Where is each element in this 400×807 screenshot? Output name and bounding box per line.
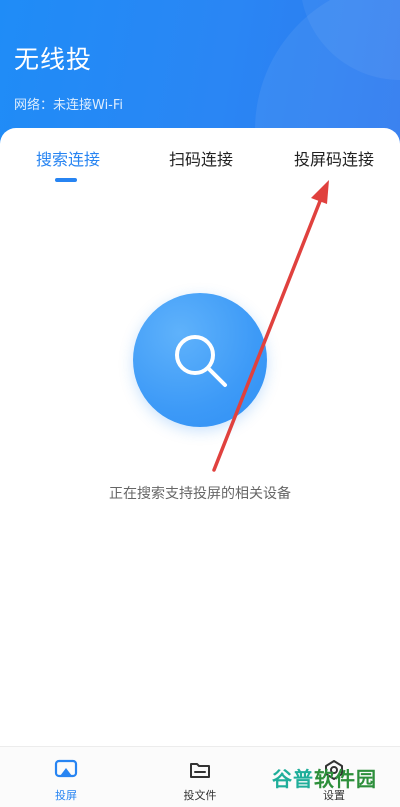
watermark-part2: 软件园 (314, 767, 377, 791)
nav-label-cast-file: 投文件 (183, 789, 217, 802)
cast-screen-icon (54, 759, 78, 778)
nav-item-cast[interactable]: 投屏 (26, 759, 106, 803)
folder-icon (190, 763, 210, 778)
watermark: 谷普软件园 (272, 763, 377, 792)
watermark-part1: 谷普 (272, 767, 314, 791)
nav-label-cast: 投屏 (55, 789, 77, 802)
annotation-arrow (212, 180, 329, 472)
nav-item-cast-file[interactable]: 投文件 (160, 759, 240, 803)
